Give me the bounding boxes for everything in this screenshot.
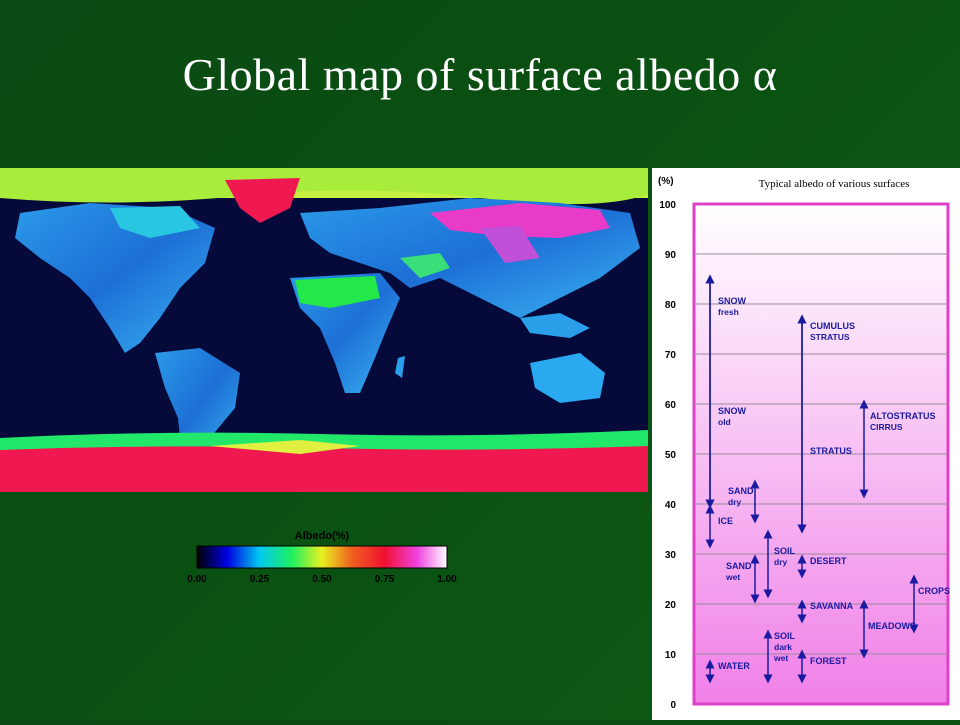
range-label: fresh	[718, 307, 739, 317]
y-tick-label: 20	[665, 600, 677, 611]
range-label: STRATUS	[810, 332, 850, 342]
slide-title: Global map of surface albedo α	[182, 49, 778, 100]
range-label: FOREST	[810, 656, 847, 666]
range-label: dry	[774, 557, 788, 567]
range-label: DESERT	[810, 556, 847, 566]
y-tick-label: 40	[665, 500, 677, 511]
range-label: ICE	[718, 516, 733, 526]
range-label: SAVANNA	[810, 601, 854, 611]
y-tick-label: 90	[665, 250, 677, 261]
chart-unit-label: (%)	[658, 176, 674, 187]
legend-color-bar	[196, 545, 448, 569]
range-label: SOIL	[774, 546, 796, 556]
range-label: wet	[773, 653, 788, 663]
y-tick-label: 50	[665, 450, 677, 461]
y-tick-label: 0	[670, 700, 676, 711]
legend-tick-label: 0.25	[250, 574, 270, 585]
legend-title: Albedo(%)	[295, 530, 350, 542]
legend-tick-label: 0.00	[187, 574, 207, 585]
range-label: CIRRUS	[870, 422, 903, 432]
range-label: WATER	[718, 661, 750, 671]
y-tick-label: 60	[665, 400, 677, 411]
range-label: SAND	[728, 486, 754, 496]
range-label: SNOW	[718, 296, 747, 306]
range-label: CUMULUS	[810, 321, 855, 331]
range-label: SAND	[726, 561, 752, 571]
y-tick-label: 80	[665, 300, 677, 311]
albedo-world-map	[0, 168, 648, 492]
range-label: MEADOWS	[868, 621, 916, 631]
range-label: CROPS	[918, 586, 950, 596]
albedo-range-chart: Typical albedo of various surfaces (%) 1…	[652, 168, 960, 720]
range-label: wet	[725, 572, 740, 582]
range-label: SNOW	[718, 406, 747, 416]
y-tick-label: 100	[659, 200, 676, 211]
range-label: ALTOSTRATUS	[870, 411, 936, 421]
range-label: STRATUS	[810, 446, 852, 456]
range-label: SOIL	[774, 631, 796, 641]
chart-caption: Typical albedo of various surfaces	[759, 178, 910, 190]
y-tick-label: 10	[665, 650, 677, 661]
range-label: dry	[728, 497, 742, 507]
albedo-legend: Albedo(%) 0.00 0.25 0.50 0.75 1.00	[185, 527, 460, 587]
range-label: dark	[774, 642, 792, 652]
legend-tick-label: 0.75	[375, 574, 395, 585]
legend-tick-label: 0.50	[312, 574, 332, 585]
y-tick-label: 70	[665, 350, 677, 361]
y-tick-label: 30	[665, 550, 677, 561]
legend-tick-label: 1.00	[437, 574, 457, 585]
range-label: old	[718, 417, 731, 427]
